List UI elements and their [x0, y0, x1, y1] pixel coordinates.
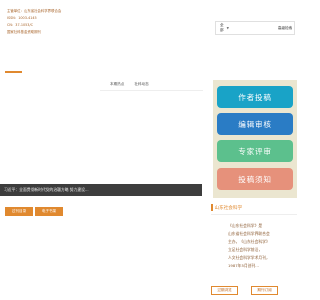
- search-bar: 全部 ▼ 高级检索: [215, 21, 295, 35]
- submission-guide-button[interactable]: 投稿须知: [217, 168, 293, 190]
- header-line-funding: 国家社科基金资助期刊: [7, 30, 41, 34]
- header-line-cn: CN：37-1053/C: [7, 23, 33, 27]
- notice-text: 习近平：全面贯彻新时代党的治疆方略 努力建设...: [4, 187, 89, 192]
- journal-section-header: 山东社会科学: [211, 204, 242, 211]
- journal-description: 《山东社会科学》是 山东省社会科学界联合会 主办，《山东社会科学》 立足社会科学…: [228, 222, 294, 271]
- section-marker: [211, 204, 213, 211]
- e-bookshelf-button[interactable]: 电子书架: [35, 207, 63, 216]
- nav-tabs: 本期热点 社科动态: [110, 82, 149, 87]
- accent-divider: [5, 71, 22, 73]
- tab-underline: [100, 90, 203, 91]
- browse-past-button[interactable]: 过期浏览: [211, 286, 238, 295]
- journal-desc-line: 《山东社会科学》是: [228, 223, 263, 228]
- search-scope-select[interactable]: 全部 ▼: [216, 23, 229, 33]
- advanced-search-button[interactable]: 高级检索: [278, 26, 296, 31]
- journal-desc-line: 人文社会科学学术月刊，: [228, 255, 270, 261]
- journal-desc-line: 立足社会科学前沿，: [228, 247, 263, 253]
- editor-review-button[interactable]: 编辑审核: [217, 113, 293, 135]
- journal-desc-line: 1987年5月创刊...: [228, 263, 259, 269]
- back-issues-button[interactable]: 过刊目录: [5, 207, 33, 216]
- journal-divider: [211, 214, 297, 215]
- notice-bar[interactable]: 习近平：全面贯彻新时代党的治疆方略 努力建设...: [0, 184, 202, 196]
- header-info: 主管单位：山东省社会科学界联合会 ISSN：1003-4145 CN：37-10…: [7, 8, 127, 36]
- header-line-sponsor: 主管单位：山东省社会科学界联合会: [7, 9, 62, 13]
- author-submit-button[interactable]: 作者投稿: [217, 86, 293, 108]
- quick-actions-panel: 作者投稿 编辑审核 专家评审 投稿须知: [213, 80, 297, 198]
- subscribe-button[interactable]: 期刊订阅: [251, 286, 278, 295]
- expert-review-button[interactable]: 专家评审: [217, 140, 293, 162]
- tab-hot-topics[interactable]: 本期热点: [110, 82, 124, 87]
- search-input[interactable]: [228, 22, 278, 34]
- header-line-issn: ISSN：1003-4145: [7, 16, 37, 20]
- search-scope-label: 全部: [220, 23, 224, 32]
- tab-social-news[interactable]: 社科动态: [134, 82, 148, 87]
- journal-desc-line: 主办，《山东社会科学》: [228, 239, 270, 245]
- journal-title: 山东社会科学: [214, 205, 243, 211]
- journal-desc-line: 山东省社会科学界联合会: [228, 231, 270, 237]
